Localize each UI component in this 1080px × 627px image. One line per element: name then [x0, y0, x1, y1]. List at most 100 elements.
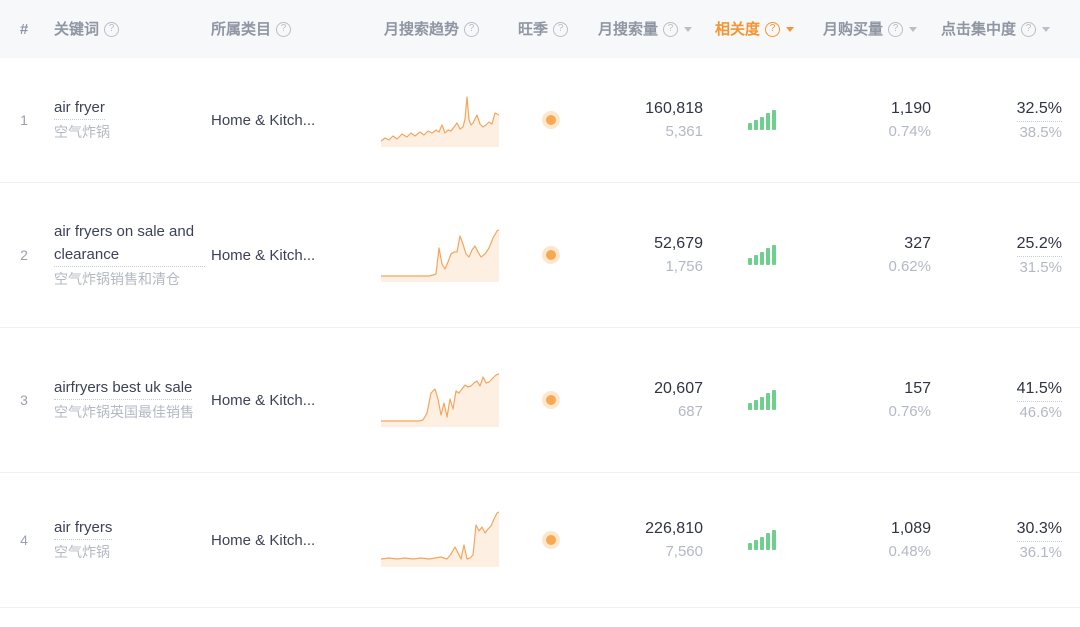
trend-cell[interactable]	[370, 369, 510, 431]
help-icon[interactable]: ?	[464, 22, 479, 37]
column-header-season-label: 旺季	[518, 22, 548, 37]
table-row[interactable]: 3 airfryers best uk sale 空气炸锅英国最佳销售 Home…	[0, 328, 1080, 473]
ctr-value[interactable]: 25.2%	[1017, 232, 1062, 257]
category-label: Home & Kitch...	[211, 247, 315, 264]
row-index-label: 1	[20, 112, 28, 128]
keyword-cell: air fryers on sale and clearance 空气炸锅销售和…	[48, 220, 205, 291]
ctr-cell: 25.2% 31.5%	[935, 232, 1080, 279]
purchase-volume-cell: 327 0.62%	[817, 232, 935, 278]
column-header-index-label: #	[20, 22, 28, 37]
purchase-volume-value: 327	[904, 232, 931, 256]
column-header-keyword-label: 关键词	[54, 22, 99, 37]
ctr-value[interactable]: 30.3%	[1017, 517, 1062, 542]
table-row[interactable]: 4 air fryers 空气炸锅 Home & Kitch... 226,81…	[0, 473, 1080, 608]
chevron-down-icon[interactable]	[684, 27, 692, 32]
purchase-volume-cell: 1,089 0.48%	[817, 517, 935, 563]
table-row[interactable]: 1 air fryer 空气炸锅 Home & Kitch... 160,818…	[0, 58, 1080, 183]
help-icon[interactable]: ?	[663, 22, 678, 37]
trend-cell[interactable]	[370, 509, 510, 571]
column-header-trend: 月搜索趋势 ?	[370, 22, 510, 37]
season-cell	[510, 531, 592, 549]
search-trend-sparkline[interactable]	[381, 89, 499, 151]
relevance-bar-icon	[748, 245, 776, 265]
row-index-label: 4	[20, 532, 28, 548]
keyword-text-en[interactable]: airfryers best uk sale	[54, 376, 192, 400]
purchase-volume-sub: 0.74%	[888, 121, 931, 143]
ctr-cell: 41.5% 46.6%	[935, 377, 1080, 424]
help-icon[interactable]: ?	[765, 22, 780, 37]
column-header-keyword: 关键词 ?	[48, 22, 205, 37]
season-dot-icon	[542, 531, 560, 549]
search-volume-value: 160,818	[645, 97, 703, 121]
purchase-volume-value: 157	[904, 377, 931, 401]
keyword-research-table: # 关键词 ? 所属类目 ? 月搜索趋势 ? 旺季 ? 月搜索量 ? 相关度 ?	[0, 0, 1080, 608]
purchase-volume-sub: 0.62%	[888, 256, 931, 278]
chevron-down-icon[interactable]	[909, 27, 917, 32]
column-header-purchase[interactable]: 月购买量 ?	[817, 22, 935, 37]
trend-cell[interactable]	[370, 224, 510, 286]
column-header-category: 所属类目 ?	[205, 22, 370, 37]
column-header-relevance[interactable]: 相关度 ?	[707, 22, 817, 37]
category-cell: Home & Kitch...	[205, 532, 370, 549]
search-trend-sparkline[interactable]	[381, 509, 499, 571]
help-icon[interactable]: ?	[1021, 22, 1036, 37]
chevron-down-icon[interactable]	[1042, 27, 1050, 32]
purchase-volume-sub: 0.48%	[888, 541, 931, 563]
keyword-text-en[interactable]: air fryer	[54, 96, 105, 120]
keyword-text-cn: 空气炸锅英国最佳销售	[54, 401, 194, 424]
season-cell	[510, 111, 592, 129]
keyword-text-cn: 空气炸锅	[54, 121, 110, 144]
keyword-cell: air fryers 空气炸锅	[48, 516, 205, 564]
relevance-cell	[707, 530, 817, 550]
column-header-relevance-label: 相关度	[715, 22, 760, 37]
search-volume-cell: 160,818 5,361	[592, 97, 707, 143]
search-volume-sub: 5,361	[665, 121, 703, 143]
search-trend-sparkline[interactable]	[381, 224, 499, 286]
help-icon[interactable]: ?	[888, 22, 903, 37]
row-index-label: 3	[20, 392, 28, 408]
ctr-value[interactable]: 41.5%	[1017, 377, 1062, 402]
table-row[interactable]: 2 air fryers on sale and clearance 空气炸锅销…	[0, 183, 1080, 328]
row-index: 1	[0, 112, 48, 128]
chevron-down-icon[interactable]	[786, 27, 794, 32]
row-index: 4	[0, 532, 48, 548]
table-header-row: # 关键词 ? 所属类目 ? 月搜索趋势 ? 旺季 ? 月搜索量 ? 相关度 ?	[0, 0, 1080, 58]
search-volume-sub: 1,756	[665, 256, 703, 278]
column-header-ctr-label: 点击集中度	[941, 22, 1016, 37]
keyword-text-cn: 空气炸锅销售和清仓	[54, 268, 180, 291]
relevance-bar-icon	[748, 530, 776, 550]
keyword-text-en[interactable]: air fryers on sale and clearance	[54, 220, 205, 267]
purchase-volume-cell: 157 0.76%	[817, 377, 935, 423]
keyword-text-en[interactable]: air fryers	[54, 516, 112, 540]
search-volume-value: 52,679	[654, 232, 703, 256]
purchase-volume-value: 1,089	[891, 517, 931, 541]
season-dot-icon	[542, 246, 560, 264]
ctr-sub: 31.5%	[1019, 257, 1062, 279]
relevance-cell	[707, 245, 817, 265]
column-header-purchase-label: 月购买量	[823, 22, 883, 37]
keyword-cell: airfryers best uk sale 空气炸锅英国最佳销售	[48, 376, 205, 424]
column-header-volume[interactable]: 月搜索量 ?	[592, 22, 707, 37]
keyword-cell: air fryer 空气炸锅	[48, 96, 205, 144]
purchase-volume-sub: 0.76%	[888, 401, 931, 423]
help-icon[interactable]: ?	[553, 22, 568, 37]
purchase-volume-cell: 1,190 0.74%	[817, 97, 935, 143]
category-label: Home & Kitch...	[211, 112, 315, 129]
keyword-text-cn: 空气炸锅	[54, 541, 110, 564]
column-header-ctr[interactable]: 点击集中度 ?	[935, 22, 1080, 37]
help-icon[interactable]: ?	[276, 22, 291, 37]
search-volume-value: 20,607	[654, 377, 703, 401]
ctr-sub: 46.6%	[1019, 402, 1062, 424]
trend-cell[interactable]	[370, 89, 510, 151]
help-icon[interactable]: ?	[104, 22, 119, 37]
season-dot-icon	[542, 111, 560, 129]
purchase-volume-value: 1,190	[891, 97, 931, 121]
ctr-sub: 36.1%	[1019, 542, 1062, 564]
search-trend-sparkline[interactable]	[381, 369, 499, 431]
ctr-value[interactable]: 32.5%	[1017, 97, 1062, 122]
ctr-cell: 32.5% 38.5%	[935, 97, 1080, 144]
row-index-label: 2	[20, 247, 28, 263]
row-index: 3	[0, 392, 48, 408]
search-volume-sub: 7,560	[665, 541, 703, 563]
relevance-cell	[707, 390, 817, 410]
